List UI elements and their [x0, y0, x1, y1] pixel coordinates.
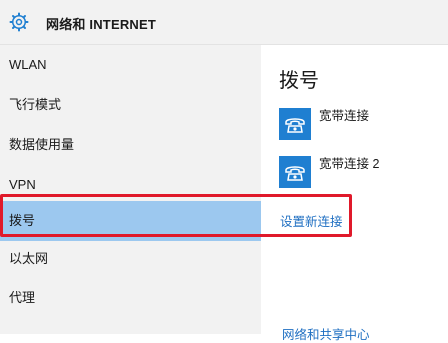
sidebar-item-ethernet[interactable]: 以太网: [0, 239, 261, 279]
sidebar-item-label: 拨号: [9, 213, 36, 228]
phone-connection-icon: [279, 156, 311, 188]
sidebar-item-label: 以太网: [9, 251, 49, 266]
sidebar-item-label: VPN: [9, 177, 36, 192]
sidebar-item-label: 飞行模式: [9, 97, 62, 112]
header: 网络和 INTERNET: [0, 0, 448, 45]
section-title: 拨号: [279, 70, 319, 92]
connection-item[interactable]: 宽带连接 2: [279, 156, 429, 188]
page-title: 网络和 INTERNET: [46, 17, 157, 32]
connection-label: 宽带连接: [319, 109, 370, 123]
phone-connection-icon: [279, 108, 311, 140]
sidebar-item-data-usage[interactable]: 数据使用量: [0, 125, 261, 165]
connection-item[interactable]: 宽带连接: [279, 108, 429, 140]
sidebar-item-dialup[interactable]: 拨号: [0, 201, 261, 241]
connection-label: 宽带连接 2: [319, 157, 380, 171]
sidebar-item-vpn[interactable]: VPN: [0, 165, 261, 205]
sidebar-item-wlan[interactable]: WLAN: [0, 45, 261, 85]
sidebar-item-proxy[interactable]: 代理: [0, 278, 261, 318]
gear-icon[interactable]: [9, 12, 29, 32]
sidebar-item-airplane-mode[interactable]: 飞行模式: [0, 85, 261, 125]
setup-new-connection-link[interactable]: 设置新连接: [280, 211, 343, 230]
sidebar-item-label: 代理: [9, 290, 36, 305]
sidebar: WLAN 飞行模式 数据使用量 VPN 拨号 以太网 代理: [0, 45, 261, 334]
sidebar-item-label: 数据使用量: [9, 137, 75, 152]
sidebar-item-label: WLAN: [9, 57, 47, 72]
